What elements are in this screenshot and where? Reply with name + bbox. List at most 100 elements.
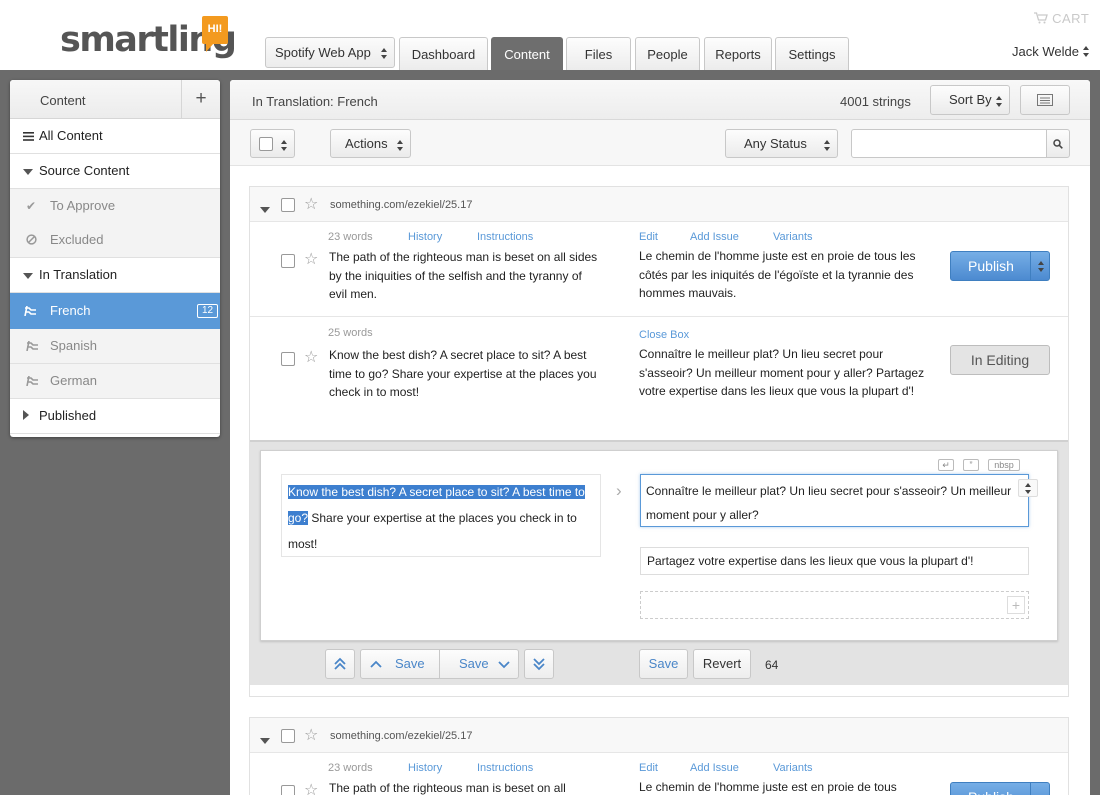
close-box-link[interactable]: Close Box — [639, 329, 689, 341]
word-count: 25 words — [328, 327, 373, 339]
target-text[interactable]: Le chemin de l'homme juste est en proie … — [639, 247, 929, 303]
variants-link[interactable]: Variants — [773, 762, 813, 774]
instructions-link[interactable]: Instructions — [477, 231, 533, 243]
double-chevron-up-icon — [334, 657, 346, 670]
nbsp-icon[interactable]: nbsp — [988, 459, 1020, 471]
cart-link[interactable]: CART — [1034, 11, 1089, 26]
variants-link[interactable]: Variants — [773, 231, 813, 243]
project-select[interactable]: Spotify Web App — [265, 37, 395, 68]
sort-by-select[interactable]: Sort By — [930, 85, 1010, 115]
save-button[interactable]: Save — [639, 649, 688, 679]
sidebar-header: Content + — [10, 80, 220, 119]
tab-settings[interactable]: Settings — [775, 37, 849, 70]
select-all-dropdown[interactable] — [250, 129, 295, 158]
collapse-triangle-icon[interactable] — [260, 732, 270, 747]
tab-content[interactable]: Content — [491, 37, 563, 70]
translation-editor: ↵ ” nbsp Know the best dish? A secret pl… — [260, 450, 1058, 641]
save-first-button[interactable] — [325, 649, 355, 679]
sidebar-item-label: German — [50, 373, 97, 388]
editor-target-field-2[interactable]: Partagez votre expertise dans les lieux … — [640, 547, 1029, 575]
star-icon[interactable]: ☆ — [304, 197, 318, 213]
view-toggle-button[interactable] — [1020, 85, 1070, 115]
history-link[interactable]: History — [408, 762, 442, 774]
save-up-label: Save — [395, 656, 425, 671]
save-next-button[interactable]: Save — [439, 649, 519, 679]
target-text[interactable]: Connaître le meilleur plat? Un lieu secr… — [639, 345, 929, 401]
save-last-button[interactable] — [524, 649, 554, 679]
sidebar-item-in-translation[interactable]: In Translation — [10, 258, 220, 293]
cart-icon — [1034, 12, 1048, 24]
row-checkbox[interactable] — [281, 785, 295, 795]
tab-dashboard[interactable]: Dashboard — [399, 37, 488, 70]
sidebar-item-german[interactable]: German — [10, 364, 220, 399]
publish-options-caret[interactable] — [1030, 252, 1050, 280]
actions-dropdown[interactable]: Actions — [330, 129, 411, 158]
filter-toolbar: Actions Any Status — [230, 120, 1090, 166]
sidebar-item-label: All Content — [39, 128, 103, 143]
star-icon[interactable]: ☆ — [304, 252, 318, 268]
sidebar-item-all-content[interactable]: All Content — [10, 119, 220, 154]
edit-link[interactable]: Edit — [639, 231, 658, 243]
sidebar-item-label: French — [50, 303, 91, 318]
sidebar-item-source-content[interactable]: Source Content — [10, 154, 220, 189]
publish-options-caret[interactable] — [1030, 783, 1050, 795]
user-menu-caret-icon[interactable] — [1083, 46, 1089, 57]
sidebar-item-to-approve[interactable]: ✔ To Approve — [10, 189, 220, 224]
tab-label: Content — [504, 47, 550, 62]
target-text[interactable]: Le chemin de l'homme juste est en proie … — [639, 778, 929, 795]
chevron-right-icon: › — [616, 481, 622, 500]
tab-reports[interactable]: Reports — [704, 37, 772, 70]
editor-target-field[interactable]: Connaître le meilleur plat? Un lieu secr… — [640, 474, 1029, 527]
updown-caret-icon — [1025, 483, 1031, 494]
star-icon[interactable]: ☆ — [304, 350, 318, 366]
sidebar-item-label: In Translation — [39, 267, 118, 282]
return-icon[interactable]: ↵ — [938, 459, 954, 471]
row-checkbox[interactable] — [281, 254, 295, 268]
status-filter-dropdown[interactable]: Any Status — [725, 129, 838, 158]
save-down-label: Save — [459, 656, 489, 671]
editor-new-segment[interactable]: + — [640, 591, 1029, 619]
instructions-link[interactable]: Instructions — [477, 762, 533, 774]
chevron-down-icon — [498, 661, 510, 669]
add-content-button[interactable]: + — [181, 80, 220, 119]
quote-icon[interactable]: ” — [963, 459, 979, 471]
search-input[interactable] — [851, 129, 1047, 158]
main-panel: In Translation: French 4001 strings Sort… — [230, 80, 1090, 795]
revert-button[interactable]: Revert — [693, 649, 751, 679]
plus-icon[interactable]: + — [1007, 596, 1025, 614]
star-icon[interactable]: ☆ — [304, 728, 318, 744]
sidebar-item-published[interactable]: Published — [10, 399, 220, 434]
tab-files[interactable]: Files — [566, 37, 631, 70]
sidebar-item-french[interactable]: French 12 — [10, 293, 220, 329]
updown-caret-icon — [1038, 261, 1044, 272]
segment-stepper[interactable] — [1018, 479, 1038, 497]
star-icon[interactable]: ☆ — [304, 783, 318, 795]
user-menu[interactable]: Jack Welde — [1012, 44, 1079, 59]
select-all-checkbox[interactable] — [259, 137, 273, 151]
tab-people[interactable]: People — [635, 37, 700, 70]
publish-button[interactable]: Publish — [950, 251, 1050, 281]
publish-label: Publish — [951, 783, 1031, 795]
group-checkbox[interactable] — [281, 729, 295, 743]
sidebar-item-excluded[interactable]: Excluded — [10, 223, 220, 258]
save-previous-button[interactable]: Save — [360, 649, 440, 679]
search-button[interactable] — [1046, 129, 1070, 158]
collapse-triangle-icon[interactable] — [260, 201, 270, 216]
add-issue-link[interactable]: Add Issue — [690, 762, 739, 774]
string-count-badge: 12 — [197, 304, 219, 318]
edit-link[interactable]: Edit — [639, 762, 658, 774]
group-checkbox[interactable] — [281, 198, 295, 212]
double-chevron-down-icon — [533, 658, 545, 671]
search-icon — [1053, 139, 1063, 149]
word-count: 23 words — [328, 762, 373, 774]
list-icon — [23, 119, 34, 153]
in-editing-button[interactable]: In Editing — [950, 345, 1050, 375]
card-header: ☆ something.com/ezekiel/25.17 — [250, 718, 1068, 753]
publish-button[interactable]: Publish — [950, 782, 1050, 795]
row-checkbox[interactable] — [281, 352, 295, 366]
sidebar-item-spanish[interactable]: Spanish — [10, 329, 220, 364]
add-issue-link[interactable]: Add Issue — [690, 231, 739, 243]
string-group-card: ☆ something.com/ezekiel/25.17 23 words H… — [249, 717, 1069, 795]
source-text: The path of the righteous man is beset o… — [329, 781, 566, 795]
history-link[interactable]: History — [408, 231, 442, 243]
